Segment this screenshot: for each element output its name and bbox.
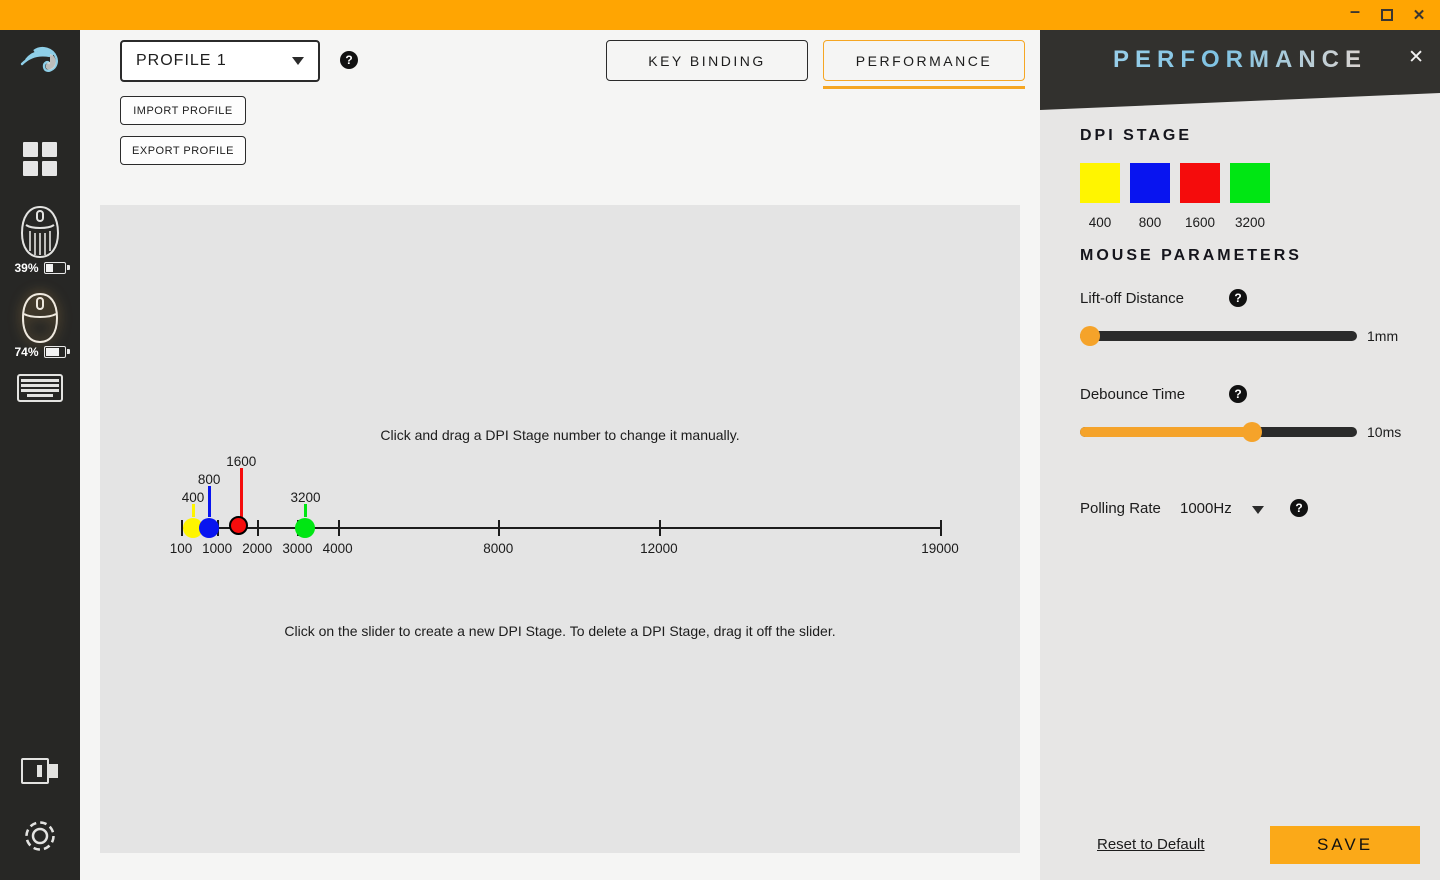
dpi-stage-swatch-400[interactable] bbox=[1080, 163, 1120, 203]
battery-percent-label: 39% bbox=[14, 261, 38, 275]
sidebar-item-device-keyboard[interactable] bbox=[0, 374, 80, 402]
profile-help-icon[interactable]: ? bbox=[340, 51, 358, 69]
profile-dropdown-value: PROFILE 1 bbox=[136, 52, 292, 70]
wireless-mouse-icon bbox=[18, 292, 62, 344]
import-profile-button[interactable]: IMPORT PROFILE bbox=[120, 96, 246, 125]
minimize-button[interactable]: – bbox=[1344, 4, 1366, 26]
save-button[interactable]: SAVE bbox=[1270, 826, 1420, 864]
dpi-stage-swatches bbox=[1080, 163, 1270, 203]
dpi-stage-number-800[interactable]: 800 bbox=[179, 472, 239, 487]
gear-icon bbox=[20, 816, 60, 856]
dpi-instruction-bottom: Click on the slider to create a new DPI … bbox=[100, 623, 1020, 639]
sidebar-item-device-wireless-mouse[interactable] bbox=[0, 292, 80, 344]
slider-thumb[interactable] bbox=[1080, 326, 1100, 346]
dpi-tick-2000 bbox=[257, 520, 259, 536]
usb-dongle-icon bbox=[20, 756, 60, 786]
dpi-stage-leader-line bbox=[208, 486, 211, 517]
battery-percent-label: 74% bbox=[14, 345, 38, 359]
performance-panel: PERFORMANCE ✕ DPI STAGE 400 800 1600 3200 M… bbox=[1040, 30, 1440, 880]
dpi-tick-8000 bbox=[498, 520, 500, 536]
glorious-logo bbox=[0, 42, 80, 82]
chevron-down-icon bbox=[292, 57, 304, 65]
maximize-button[interactable] bbox=[1376, 4, 1398, 26]
panel-close-icon[interactable]: ✕ bbox=[1408, 46, 1424, 69]
polling-rate-dropdown[interactable]: 1000Hz bbox=[1180, 500, 1232, 517]
dpi-stage-swatch-3200[interactable] bbox=[1230, 163, 1270, 203]
battery-icon bbox=[44, 262, 66, 274]
dpi-stage-number-3200[interactable]: 3200 bbox=[275, 490, 335, 505]
dpi-tick-4000 bbox=[338, 520, 340, 536]
dpi-tick-label-12000: 12000 bbox=[629, 541, 689, 556]
polling-rate-label: Polling Rate bbox=[1080, 500, 1161, 517]
sidebar-item-home[interactable] bbox=[0, 142, 80, 176]
dpi-stage-leader-line bbox=[192, 504, 195, 517]
dpi-slider-panel: Click and drag a DPI Stage number to cha… bbox=[100, 205, 1020, 853]
slider-thumb[interactable] bbox=[1242, 422, 1262, 442]
dpi-tick-label-8000: 8000 bbox=[468, 541, 528, 556]
sidebar-item-dongle[interactable] bbox=[0, 756, 80, 786]
export-profile-button[interactable]: EXPORT PROFILE bbox=[120, 136, 246, 165]
titlebar: – ✕ bbox=[0, 0, 1440, 30]
profile-dropdown[interactable]: PROFILE 1 bbox=[120, 40, 320, 82]
dpi-stage-dot-800[interactable] bbox=[199, 518, 219, 538]
debounce-time-value: 10ms bbox=[1367, 424, 1401, 440]
tab-performance[interactable]: PERFORMANCE bbox=[823, 40, 1025, 81]
wired-mouse-icon bbox=[18, 205, 62, 259]
dpi-stage-swatch-1600[interactable] bbox=[1180, 163, 1220, 203]
sidebar-item-device-wired-mouse[interactable] bbox=[0, 205, 80, 259]
tab-key-binding[interactable]: KEY BINDING bbox=[606, 40, 808, 81]
battery-icon bbox=[44, 346, 66, 358]
dpi-stage-swatch-label-400: 400 bbox=[1080, 215, 1120, 230]
dpi-stage-leader-line bbox=[240, 468, 243, 517]
dpi-tick-19000 bbox=[940, 520, 942, 536]
dpi-tick-12000 bbox=[659, 520, 661, 536]
dpi-stage-swatch-800[interactable] bbox=[1130, 163, 1170, 203]
main-content: PROFILE 1 ? IMPORT PROFILE EXPORT PROFIL… bbox=[80, 30, 1040, 880]
debounce-help-icon[interactable]: ? bbox=[1229, 385, 1247, 403]
mouse-parameters-heading: MOUSE PARAMETERS bbox=[1080, 247, 1302, 265]
polling-rate-help-icon[interactable]: ? bbox=[1290, 499, 1308, 517]
active-tab-underline bbox=[823, 86, 1025, 89]
dpi-tick-label-19000: 19000 bbox=[910, 541, 970, 556]
battery-status-wired-mouse: 39% bbox=[0, 261, 80, 275]
dpi-stage-swatch-label-3200: 3200 bbox=[1230, 215, 1270, 230]
lift-off-help-icon[interactable]: ? bbox=[1229, 289, 1247, 307]
dpi-stage-number-400[interactable]: 400 bbox=[163, 490, 223, 505]
dpi-stage-leader-line bbox=[304, 504, 307, 517]
dpi-instruction-top: Click and drag a DPI Stage number to cha… bbox=[100, 427, 1020, 443]
maximize-icon bbox=[1381, 9, 1393, 21]
dpi-stage-heading: DPI STAGE bbox=[1080, 127, 1192, 145]
keyboard-icon bbox=[17, 374, 63, 402]
dpi-stage-swatch-label-800: 800 bbox=[1130, 215, 1170, 230]
reset-to-default-link[interactable]: Reset to Default bbox=[1097, 836, 1205, 853]
close-button[interactable]: ✕ bbox=[1408, 4, 1430, 26]
brand-swoosh-icon bbox=[20, 42, 60, 82]
dpi-tick-label-4000: 4000 bbox=[308, 541, 368, 556]
sidebar-item-settings[interactable] bbox=[0, 816, 80, 856]
lift-off-distance-value: 1mm bbox=[1367, 328, 1398, 344]
dpi-stage-values: 400 800 1600 3200 bbox=[1080, 215, 1270, 230]
slider-fill bbox=[1080, 427, 1252, 437]
debounce-time-slider[interactable] bbox=[1080, 427, 1357, 437]
performance-panel-title: PERFORMANCE bbox=[1040, 46, 1440, 74]
grid-icon bbox=[23, 142, 57, 176]
lift-off-distance-slider[interactable] bbox=[1080, 331, 1357, 341]
dpi-stage-number-1600[interactable]: 1600 bbox=[211, 454, 271, 469]
sidebar: 39% 74% bbox=[0, 30, 80, 880]
chevron-down-icon[interactable] bbox=[1252, 506, 1264, 514]
battery-status-wireless-mouse: 74% bbox=[0, 345, 80, 359]
dpi-stage-dot-1600[interactable] bbox=[229, 516, 248, 535]
debounce-time-label: Debounce Time bbox=[1080, 386, 1185, 403]
lift-off-distance-label: Lift-off Distance bbox=[1080, 290, 1184, 307]
dpi-stage-dot-3200[interactable] bbox=[295, 518, 315, 538]
dpi-stage-swatch-label-1600: 1600 bbox=[1180, 215, 1220, 230]
